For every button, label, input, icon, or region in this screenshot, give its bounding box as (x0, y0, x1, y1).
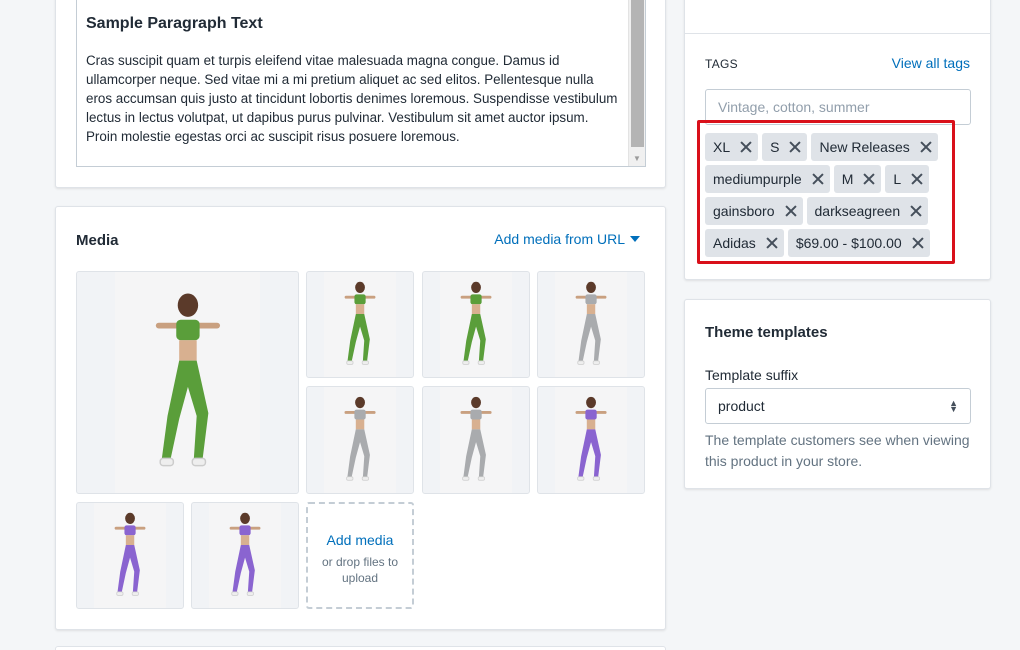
tag-chip: S (762, 133, 808, 161)
media-image[interactable] (537, 386, 645, 494)
media-card: Media Add media from URL Add media or dr… (55, 206, 666, 630)
add-media-dropzone[interactable]: Add media or drop files to upload (306, 502, 414, 609)
tag-chip: XL (705, 133, 759, 161)
tag-label: M (841, 171, 854, 187)
model-photo-illustration (344, 281, 376, 365)
tag-label: New Releases (819, 139, 910, 155)
template-suffix-value: product (718, 398, 765, 414)
scroll-thumb[interactable] (631, 0, 644, 147)
editor-content[interactable]: Sample Paragraph Text Cras suscipit quam… (86, 15, 621, 146)
add-media-from-url-dropdown[interactable]: Add media from URL (494, 231, 640, 247)
tag-chip: Adidas (705, 229, 784, 257)
model-photo-illustration (575, 281, 607, 365)
theme-templates-card: Theme templates Template suffix product … (684, 299, 991, 489)
media-image[interactable] (76, 502, 184, 609)
description-card: Sample Paragraph Text Cras suscipit quam… (55, 0, 666, 188)
tag-label: S (770, 139, 780, 155)
next-card-edge (55, 646, 666, 650)
model-photo-illustration (460, 396, 492, 481)
media-image-main[interactable] (76, 271, 299, 494)
remove-tag-icon[interactable] (863, 173, 875, 185)
model-photo-illustration (114, 512, 146, 596)
template-suffix-select[interactable]: product ▲ ▼ (705, 388, 971, 424)
tag-row: mediumpurple M L (705, 165, 957, 193)
tag-chip: darkseagreen (806, 197, 929, 225)
description-editor[interactable]: Sample Paragraph Text Cras suscipit quam… (76, 0, 646, 167)
media-image[interactable] (306, 271, 414, 378)
tag-row: gainsboro darkseagreen (705, 197, 957, 225)
tag-label: XL (713, 139, 731, 155)
tags-list: XL S New Releases mediumpurple M Lgainsboro da… (705, 133, 957, 261)
add-media-from-url-label: Add media from URL (494, 231, 625, 247)
tags-card: TAGS View all tags XL S New Releases medium… (684, 0, 991, 280)
media-title: Media (76, 232, 119, 249)
template-suffix-label: Template suffix (705, 367, 799, 383)
scroll-down-arrow-icon[interactable]: ▼ (633, 155, 641, 163)
media-image[interactable] (422, 271, 530, 378)
model-photo-illustration (575, 396, 607, 481)
model-photo-illustration (344, 396, 376, 481)
tag-row: Adidas $69.00 - $100.00 (705, 229, 957, 257)
tags-label: TAGS (705, 57, 738, 71)
remove-tag-icon[interactable] (785, 205, 797, 217)
section-divider (685, 33, 990, 34)
model-photo-illustration (155, 293, 220, 467)
tag-label: gainsboro (713, 203, 775, 219)
media-image[interactable] (191, 502, 299, 609)
tag-label: darkseagreen (814, 203, 901, 219)
editor-heading: Sample Paragraph Text (86, 15, 263, 32)
tags-input[interactable] (705, 89, 971, 125)
media-image[interactable] (306, 386, 414, 494)
remove-tag-icon[interactable] (910, 205, 922, 217)
tag-label: $69.00 - $100.00 (795, 235, 902, 251)
model-photo-illustration (460, 281, 492, 365)
editor-paragraph: Cras suscipit quam et turpis eleifend vi… (86, 53, 618, 144)
select-arrows-icon: ▲ ▼ (949, 398, 958, 414)
remove-tag-icon[interactable] (789, 141, 801, 153)
add-media-link[interactable]: Add media (308, 532, 412, 548)
media-image[interactable] (422, 386, 530, 494)
tag-row: XL S New Releases (705, 133, 957, 161)
tag-chip: gainsboro (705, 197, 803, 225)
remove-tag-icon[interactable] (912, 237, 924, 249)
remove-tag-icon[interactable] (911, 173, 923, 185)
tag-chip: M (833, 165, 882, 193)
tag-chip: mediumpurple (705, 165, 830, 193)
tag-chip: $69.00 - $100.00 (787, 229, 930, 257)
tag-label: mediumpurple (713, 171, 802, 187)
template-suffix-help: The template customers see when viewing … (705, 432, 970, 469)
drop-files-hint: or drop files to upload (321, 555, 399, 585)
view-all-tags-link[interactable]: View all tags (892, 55, 970, 71)
editor-scrollbar[interactable]: ▼ (628, 0, 645, 166)
tag-label: L (893, 171, 902, 187)
remove-tag-icon[interactable] (920, 141, 932, 153)
remove-tag-icon[interactable] (740, 141, 752, 153)
remove-tag-icon[interactable] (766, 237, 778, 249)
model-photo-illustration (229, 512, 261, 596)
tag-chip: L (885, 165, 930, 193)
tag-chip: New Releases (811, 133, 938, 161)
remove-tag-icon[interactable] (812, 173, 824, 185)
theme-templates-title: Theme templates (705, 324, 828, 341)
tag-label: Adidas (713, 235, 756, 251)
media-image[interactable] (537, 271, 645, 378)
caret-down-icon (630, 236, 640, 242)
